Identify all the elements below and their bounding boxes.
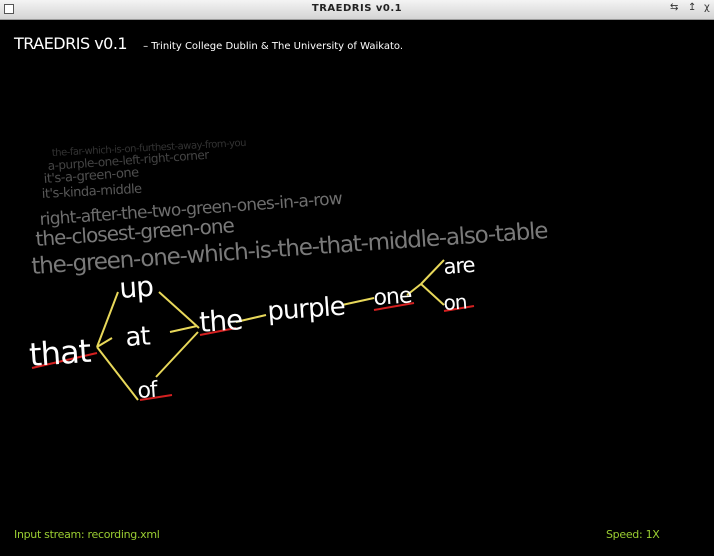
window-title: TRAEDRIS v0.1 [311,3,403,14]
pin-icon[interactable]: ↥ [688,2,696,13]
close-icon[interactable]: χ [704,2,710,13]
lattice-scene: the-far-which-is-on-furthest-away-from-y… [28,138,548,404]
lattice-word: purple [266,292,345,327]
lattice-edge [96,346,139,401]
restore-icon[interactable]: ⇆ [670,2,678,13]
lattice-word: of [137,378,160,404]
lattice-edge [420,259,445,285]
lattice-edge [96,291,119,348]
input-stream-status: Input stream: recording.xml [14,528,160,541]
lattice-edge [341,297,375,306]
lattice-edge [158,291,200,329]
lattice-word: on [443,289,468,315]
title-bar[interactable]: TRAEDRIS v0.1 ⇆ ↥ χ [0,0,714,20]
lattice-word: at [124,321,151,353]
lattice-word: are [443,253,476,279]
lattice-word: the [198,303,243,339]
lattice-edge [420,283,445,306]
app-window: TRAEDRIS v0.1 ⇆ ↥ χ TRAEDRIS v0.1– Trini… [0,0,714,556]
lattice-edge [169,325,198,333]
lattice-word: up [118,270,154,305]
speed-status: Speed: 1X [606,528,660,541]
lattice-word: one [373,283,413,311]
lattice-word: that [28,332,92,374]
visualization-canvas: TRAEDRIS v0.1– Trinity College Dublin & … [4,20,710,552]
lattice-edge [155,331,199,378]
